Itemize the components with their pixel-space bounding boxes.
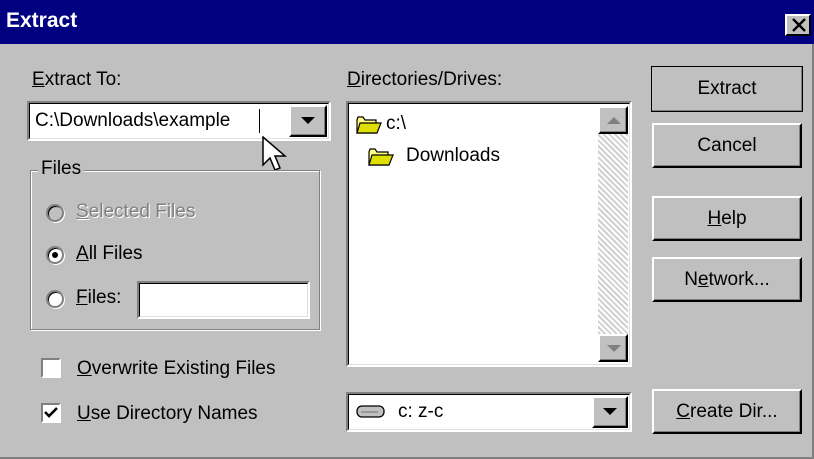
create-dir-button[interactable]: Create Dir... bbox=[652, 389, 802, 434]
extract-to-label: Extract To: bbox=[32, 69, 122, 90]
open-folder-icon bbox=[356, 116, 382, 134]
chevron-down-icon bbox=[603, 408, 617, 415]
network-button[interactable]: Network... bbox=[652, 257, 802, 302]
all-files-radio[interactable] bbox=[46, 246, 64, 264]
selected-files-radio[interactable] bbox=[46, 204, 64, 222]
chevron-down-icon bbox=[301, 117, 315, 124]
overwrite-label: Overwrite Existing Files bbox=[77, 358, 276, 379]
directories-listbox[interactable]: c:\ Downloads bbox=[346, 101, 632, 367]
extract-dialog: Extract Extract To: C:\Downloads\example… bbox=[0, 0, 814, 459]
drive-dropdown-button[interactable] bbox=[592, 396, 628, 428]
title-bar[interactable]: Extract bbox=[0, 0, 814, 44]
cancel-button[interactable]: Cancel bbox=[652, 123, 802, 168]
checkmark-icon bbox=[44, 407, 58, 418]
help-button[interactable]: Help bbox=[652, 196, 802, 241]
extract-to-dropdown-button[interactable] bbox=[289, 105, 327, 137]
extract-button[interactable]: Extract bbox=[651, 66, 803, 112]
directories-label: Directories/Drives: bbox=[347, 69, 503, 90]
drive-icon bbox=[356, 405, 385, 418]
directories-scrollbar[interactable] bbox=[598, 106, 628, 362]
scroll-down-button[interactable] bbox=[598, 334, 628, 362]
open-folder-icon bbox=[368, 148, 394, 166]
all-files-label: All Files bbox=[76, 243, 143, 264]
extract-to-combobox[interactable]: C:\Downloads\example bbox=[27, 101, 331, 141]
drive-select[interactable]: c: z-c bbox=[346, 392, 632, 432]
arrow-up-icon bbox=[607, 117, 621, 124]
arrow-down-icon bbox=[607, 345, 621, 352]
selected-files-label: Selected Files bbox=[76, 201, 196, 222]
text-cursor bbox=[259, 109, 260, 133]
window-title: Extract bbox=[6, 9, 78, 32]
files-radio-label: Files: bbox=[76, 287, 122, 308]
drive-select-value: c: z-c bbox=[398, 401, 444, 422]
files-filter-input[interactable] bbox=[137, 281, 310, 319]
use-directory-names-checkbox[interactable] bbox=[41, 403, 61, 423]
close-icon bbox=[792, 18, 806, 32]
files-radio[interactable] bbox=[46, 290, 64, 308]
scroll-up-button[interactable] bbox=[598, 106, 628, 134]
extract-to-input[interactable]: C:\Downloads\example bbox=[35, 110, 230, 132]
files-group-title: Files bbox=[38, 158, 85, 180]
overwrite-checkbox[interactable] bbox=[41, 358, 61, 378]
use-directory-names-label: Use Directory Names bbox=[77, 403, 258, 424]
close-button[interactable] bbox=[785, 14, 811, 36]
